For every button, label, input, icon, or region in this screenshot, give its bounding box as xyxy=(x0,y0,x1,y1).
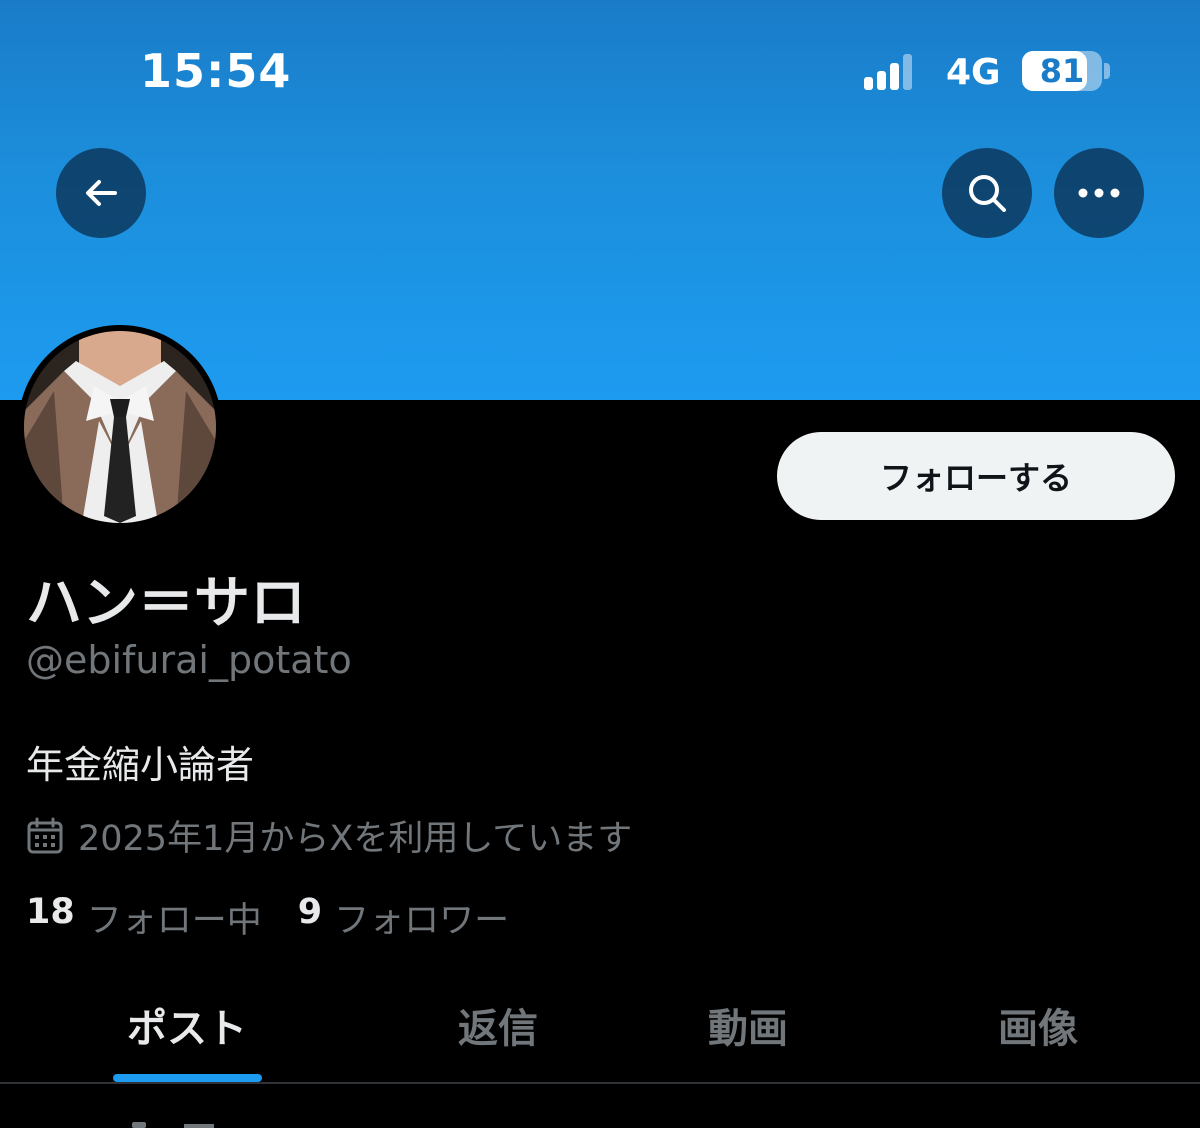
join-date: 2025年1月からXを利用しています xyxy=(26,810,632,861)
calendar-icon xyxy=(27,817,63,853)
pinned-post-peek xyxy=(132,1122,214,1128)
active-tab-indicator xyxy=(113,1074,262,1082)
search-icon xyxy=(969,175,1006,212)
tab-images[interactable]: 画像 xyxy=(998,996,1078,1052)
followers-count: 9 xyxy=(297,892,323,932)
followers-label: フォロワー xyxy=(334,901,510,941)
join-date-text: 2025年1月からXを利用しています xyxy=(78,819,633,859)
arrow-left-icon xyxy=(86,180,117,206)
avatar-image xyxy=(24,331,216,523)
tab-posts[interactable]: ポスト xyxy=(127,996,247,1052)
follow-stats: 18 フォロー中 9 フォロワー xyxy=(26,892,545,943)
tab-divider xyxy=(0,1082,1200,1084)
follow-button[interactable]: フォローする xyxy=(777,432,1175,520)
user-handle: @ebifurai_potato xyxy=(26,638,352,682)
tab-videos[interactable]: 動画 xyxy=(708,996,788,1052)
more-horizontal-icon xyxy=(1078,188,1120,198)
bio: 年金縮小論者 xyxy=(26,743,255,787)
following-count: 18 xyxy=(26,892,75,932)
avatar[interactable] xyxy=(18,325,222,529)
battery-icon: 81 xyxy=(1022,51,1102,91)
followers-link[interactable]: 9 フォロワー xyxy=(298,892,509,943)
more-button[interactable] xyxy=(1054,148,1144,238)
network-type: 4G xyxy=(946,52,1001,93)
display-name: ハン＝サロ xyxy=(26,571,306,636)
battery-cap xyxy=(1104,63,1110,79)
back-button[interactable] xyxy=(56,148,146,238)
tab-replies[interactable]: 返信 xyxy=(458,996,538,1052)
battery-level: 81 xyxy=(1039,52,1085,90)
following-link[interactable]: 18 フォロー中 xyxy=(26,892,262,943)
following-label: フォロー中 xyxy=(86,901,262,941)
status-time: 15:54 xyxy=(140,44,292,98)
search-button[interactable] xyxy=(942,148,1032,238)
signal-strength-icon xyxy=(864,54,914,90)
